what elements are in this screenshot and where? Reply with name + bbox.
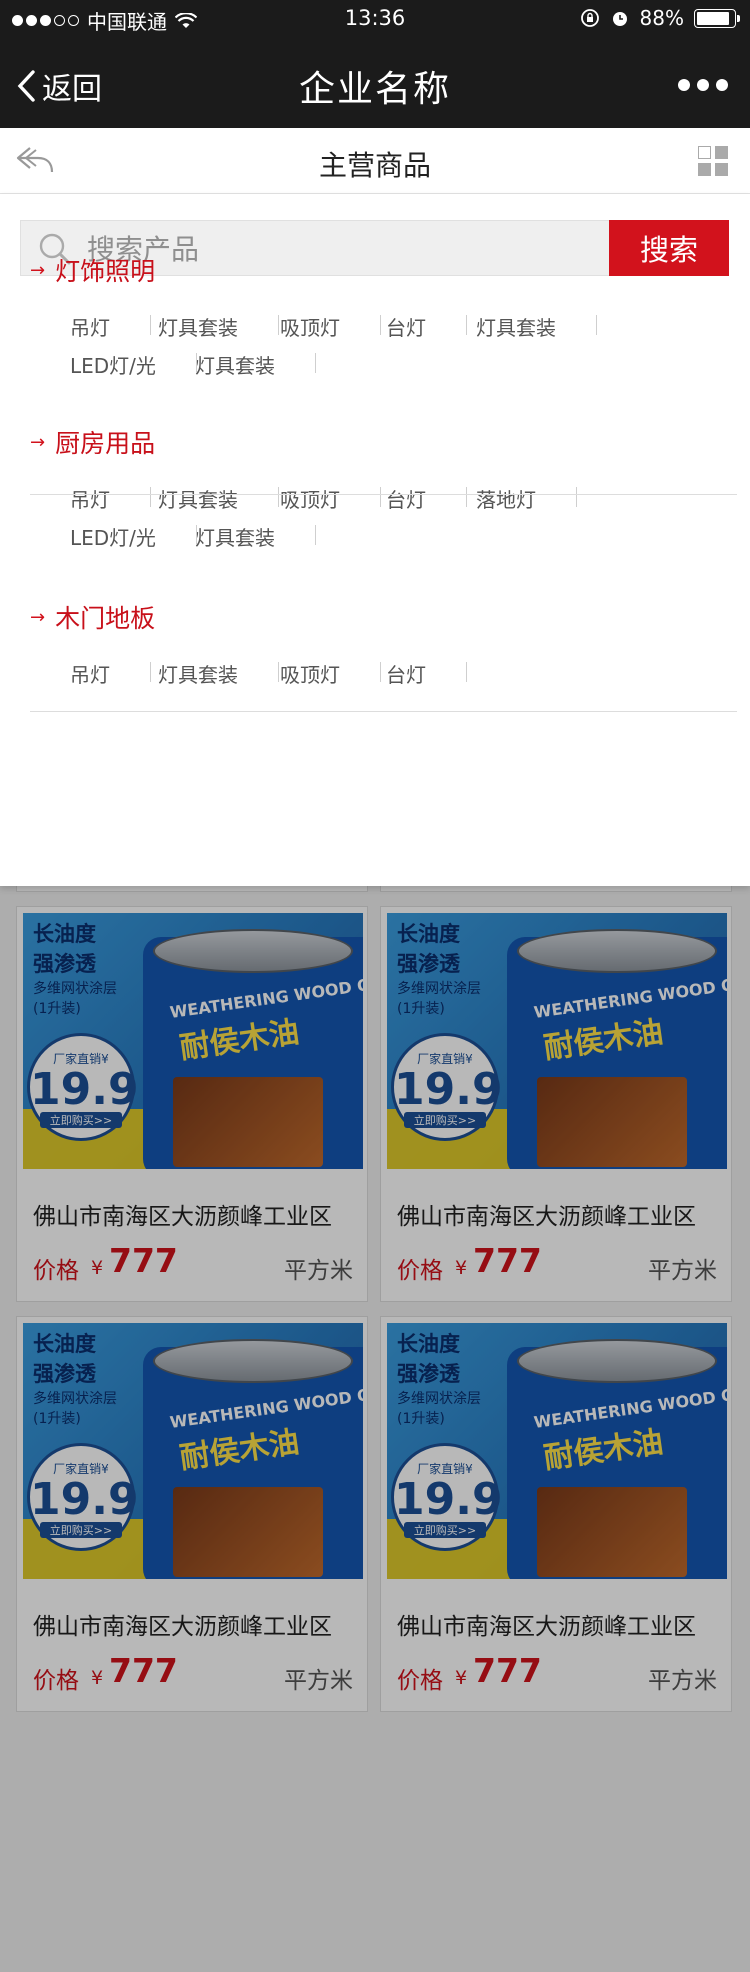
tag-separator: [380, 315, 381, 335]
arrow-right-icon: →: [30, 606, 46, 628]
category-tag[interactable]: 台灯: [386, 659, 426, 688]
more-options-button[interactable]: [678, 79, 728, 91]
category-tag[interactable]: 吸顶灯: [280, 484, 340, 513]
tag-separator: [150, 315, 151, 335]
grid-cell-icon: [715, 163, 728, 176]
category-header[interactable]: → 灯饰照明: [30, 252, 155, 288]
category-title: 木门地板: [55, 604, 156, 633]
category-tag[interactable]: 灯具套装: [158, 659, 238, 688]
tag-separator: [380, 662, 381, 682]
category-tag[interactable]: 灯具套装: [476, 312, 556, 341]
tag-separator: [576, 487, 577, 507]
category-tag[interactable]: 灯具套装: [195, 522, 275, 551]
tag-separator: [466, 315, 467, 335]
category-tag[interactable]: 吊灯: [70, 312, 110, 341]
category-tag[interactable]: 台灯: [386, 484, 426, 513]
tag-separator: [315, 525, 316, 545]
category-panel: 搜索 →灯饰照明吊灯灯具套装吸顶灯台灯灯具套装LED灯/光灯具套装→厨房用品吊灯…: [0, 194, 750, 886]
arrow-right-icon: →: [30, 259, 46, 281]
search-button[interactable]: 搜索: [609, 220, 729, 276]
nav-bar: 返回 企业名称: [0, 38, 750, 128]
status-right: 88%: [580, 6, 740, 30]
status-bar: 中国联通 13:36 88%: [0, 0, 750, 38]
rotation-lock-icon: [580, 9, 599, 27]
page-title: 企业名称: [298, 69, 451, 110]
section-header: 主营商品: [0, 128, 750, 194]
category-tag[interactable]: 落地灯: [476, 484, 536, 513]
arrow-right-icon: →: [30, 431, 46, 453]
tag-separator: [315, 353, 316, 373]
category-header[interactable]: → 厨房用品: [30, 424, 155, 460]
category-tag[interactable]: 灯具套装: [158, 484, 238, 513]
category-tag[interactable]: 灯具套装: [158, 312, 238, 341]
category-tag[interactable]: LED灯/光: [70, 350, 156, 379]
category-tag[interactable]: 吸顶灯: [280, 659, 340, 688]
alarm-icon: [612, 12, 627, 26]
category-header[interactable]: → 木门地板: [30, 599, 155, 635]
tag-separator: [596, 315, 597, 335]
more-dot-icon: [678, 79, 690, 91]
category-tag[interactable]: 灯具套装: [195, 350, 275, 379]
tag-separator: [150, 662, 151, 682]
search-input[interactable]: [87, 229, 587, 269]
category-tag[interactable]: LED灯/光: [70, 522, 156, 551]
grid-cell-icon: [698, 163, 711, 176]
category-tag[interactable]: 吊灯: [70, 484, 110, 513]
tag-separator: [150, 487, 151, 507]
category-tag[interactable]: 吊灯: [70, 659, 110, 688]
tag-separator: [196, 525, 197, 545]
category-title: 灯饰照明: [55, 257, 156, 286]
grid-cell-icon: [698, 146, 711, 159]
tag-separator: [278, 487, 279, 507]
grid-view-button[interactable]: [698, 146, 728, 176]
tag-separator: [466, 662, 467, 682]
section-title: 主营商品: [318, 149, 431, 182]
more-dot-icon: [716, 79, 728, 91]
tag-separator: [278, 662, 279, 682]
more-dot-icon: [697, 79, 709, 91]
section-divider: [30, 494, 737, 495]
category-tag[interactable]: 台灯: [386, 312, 426, 341]
category-title: 厨房用品: [55, 429, 156, 458]
grid-cell-icon: [715, 146, 728, 159]
battery-icon: [694, 8, 740, 28]
tag-separator: [278, 315, 279, 335]
section-divider: [30, 711, 737, 712]
tag-separator: [196, 353, 197, 373]
category-tag[interactable]: 吸顶灯: [280, 312, 340, 341]
tag-separator: [380, 487, 381, 507]
tag-separator: [466, 487, 467, 507]
battery-percent: 88%: [639, 6, 684, 30]
